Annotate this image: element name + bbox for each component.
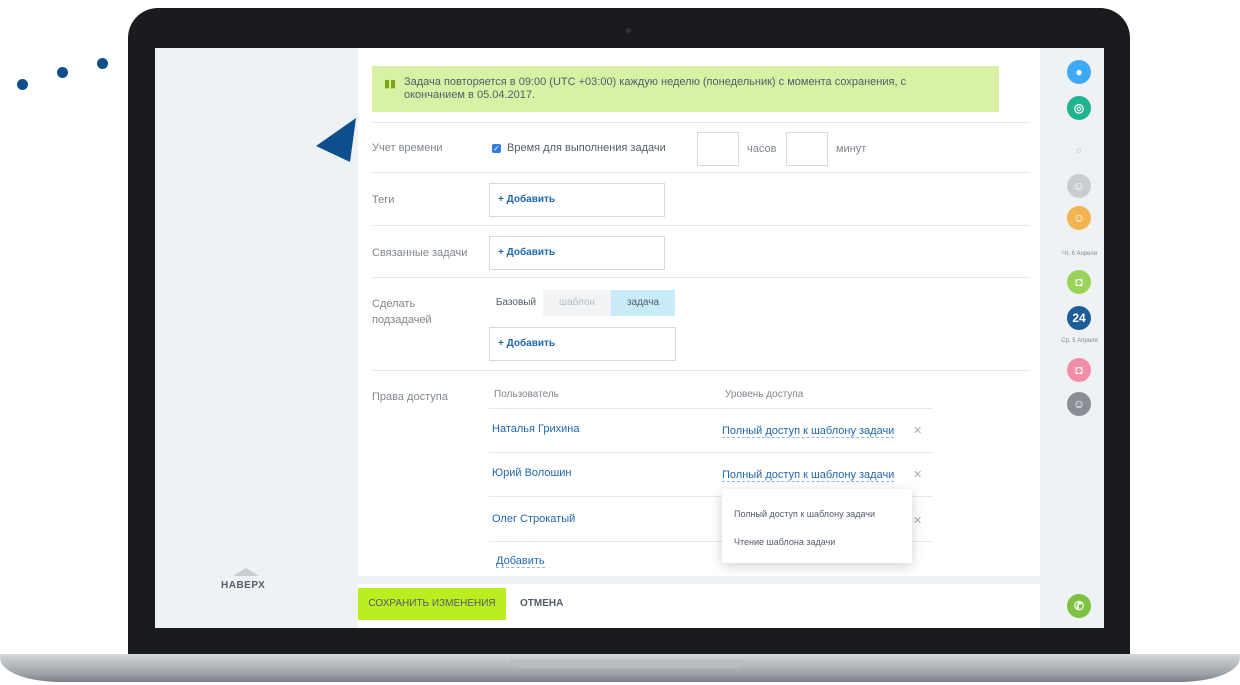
divider [372,225,1030,226]
table-line [489,452,933,453]
access-level-dropdown: Полный доступ к шаблону задачи Чтение ша… [722,489,912,563]
divider [372,277,1030,278]
task-form: ▮▮ Задача повторяется в 09:00 (UTC +03:0… [358,48,1040,576]
decor-dot [57,67,68,78]
subtask-field[interactable]: + Добавить [489,327,676,361]
remove-user-icon[interactable]: ✕ [913,424,922,437]
subtask-add-button[interactable]: + Добавить [498,338,555,349]
phone-icon[interactable]: ✆ [1067,594,1091,618]
search-app-icon[interactable]: ◎ [1067,96,1091,120]
laptop-base [0,654,1240,682]
table-row-user[interactable]: Олег Строкатый [492,513,575,525]
notification-bell-icon[interactable]: ● [1067,60,1091,84]
divider [372,122,1030,123]
calendar-icon: ▮▮ [384,78,397,90]
divider [372,370,1030,371]
camera-icon [626,28,631,33]
repeat-notice-text: Задача повторяется в 09:00 (UTC +03:00) … [404,76,907,101]
laptop-notch [510,660,745,668]
decor-dot [17,79,28,90]
segment-base: Базовый [495,297,537,308]
table-row-user[interactable]: Юрий Волошин [492,467,572,479]
remove-user-icon[interactable]: ✕ [913,514,922,527]
time-tracking-label: Учет времени [372,142,443,154]
form-footer: СОХРАНИТЬ ИЗМЕНЕНИЯ ОТМЕНА [358,584,1040,628]
avatar[interactable]: ☺ [1067,206,1091,230]
tags-field[interactable]: + Добавить [489,183,665,217]
hours-input[interactable] [697,132,739,166]
subtask-label: Сделать подзадачей [372,296,432,328]
minutes-unit: минут [836,143,867,155]
table-line [489,408,933,409]
cancel-button[interactable]: ОТМЕНА [520,588,563,620]
lock-icon[interactable]: ◘ [1067,358,1091,382]
save-button[interactable]: СОХРАНИТЬ ИЗМЕНЕНИЯ [358,588,506,620]
remove-user-icon[interactable]: ✕ [913,468,922,481]
access-level-select[interactable]: Полный доступ к шаблону задачи [722,469,895,482]
decor-dot [97,58,108,69]
date-label: Чт, 6 Апреля [1062,251,1097,257]
scroll-up-icon[interactable] [233,568,259,576]
search-icon[interactable]: ⌕ [1067,138,1091,162]
tags-label: Теги [372,194,395,206]
bitrix24-icon[interactable]: 24 [1067,306,1091,330]
col-user-header: Пользователь [494,389,559,400]
table-row-user[interactable]: Наталья Грихина [492,423,579,435]
access-label: Права доступа [372,391,448,403]
minutes-input[interactable] [786,132,828,166]
col-level-header: Уровень доступа [725,389,804,400]
subtask-label-line1: Сделать [372,298,416,310]
related-add-button[interactable]: + Добавить [498,247,555,258]
scroll-up-label[interactable]: НАВЕРХ [221,580,265,591]
access-level-select[interactable]: Полный доступ к шаблону задачи [722,425,895,438]
app-screen: НАВЕРХ ▮▮ Задача повторяется в 09:00 (UT… [155,48,1104,628]
avatar[interactable]: ☺ [1067,392,1091,416]
avatar[interactable]: ☺ [1067,174,1091,198]
dropdown-option-read[interactable]: Чтение шаблона задачи [734,537,835,547]
related-tasks-field[interactable]: + Добавить [489,236,665,270]
related-tasks-label: Связанные задачи [372,247,468,259]
lock-icon[interactable]: ◘ [1067,270,1091,294]
divider [372,172,1030,173]
tags-add-button[interactable]: + Добавить [498,194,555,205]
right-sidebar: ● ◎ ⌕ ☺ ☺ Чт, 6 Апреля ◘ 24 Ср, 5 Апреля… [1055,48,1104,628]
date-label: Ср, 5 Апреля [1061,338,1098,344]
segment-template[interactable]: шаблон [543,290,611,316]
segment-task[interactable]: задача [611,290,675,316]
time-tracking-checkbox-label[interactable]: Время для выполнения задачи [507,142,666,154]
subtask-label-line2: подзадачей [372,314,432,326]
hours-unit: часов [747,143,777,155]
add-user-link[interactable]: Добавить [496,555,545,568]
time-tracking-checkbox[interactable]: ✓ [492,144,501,153]
repeat-notice: ▮▮ Задача повторяется в 09:00 (UTC +03:0… [372,66,999,112]
dropdown-option-full[interactable]: Полный доступ к шаблону задачи [734,509,875,519]
pointer-arrow-icon [316,118,356,162]
